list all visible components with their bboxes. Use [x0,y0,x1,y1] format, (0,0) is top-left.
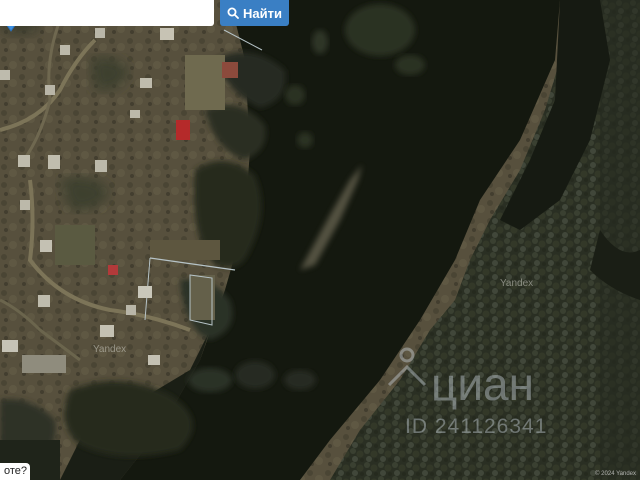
feedback-chip[interactable]: оте? [0,463,30,480]
provider-label: Yandex [500,278,534,289]
satellite-map[interactable]: Yandex Yandex циан ID 241126341 [0,0,640,480]
magnifier-icon [227,7,239,19]
search-button-label: Найти [243,5,282,21]
map-imagery [0,0,640,480]
provider-label: Yandex [93,344,127,355]
search-bar: Найти [0,0,290,26]
search-input[interactable] [0,0,214,26]
copyright: © 2024 Yandex [595,471,636,477]
search-button[interactable]: Найти [220,0,289,26]
